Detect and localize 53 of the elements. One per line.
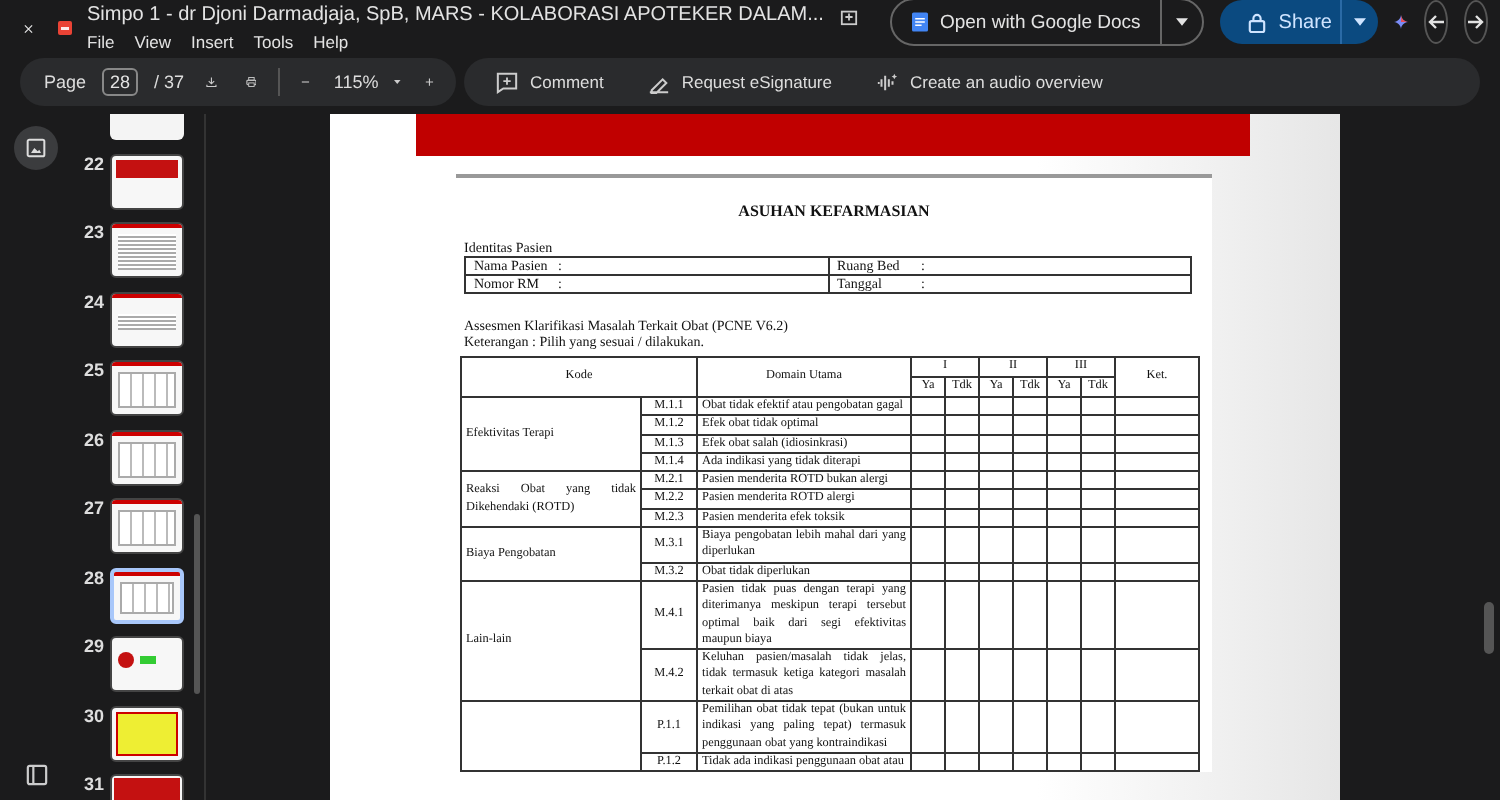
comment-icon: [496, 71, 518, 93]
page-number: 28: [81, 567, 104, 587]
page-label: Page: [44, 72, 87, 92]
caret-icon: [1353, 18, 1366, 26]
scrollbar[interactable]: [1484, 602, 1494, 654]
zoom-in-icon[interactable]: [423, 72, 434, 92]
page-thumbnail[interactable]: [110, 222, 184, 278]
menu-item[interactable]: Tools: [253, 32, 294, 52]
page-thumbnail[interactable]: [110, 291, 184, 347]
page-number: 26: [81, 429, 104, 449]
document-icon: [911, 12, 928, 32]
comment-button[interactable]: Comment: [480, 65, 620, 99]
page-number: 24: [81, 291, 104, 311]
left-arrow-icon: [1425, 12, 1446, 32]
page-thumbnail[interactable]: [110, 705, 184, 761]
caret-icon: [1176, 18, 1189, 26]
print-icon[interactable]: [245, 72, 256, 92]
thumbnails-button[interactable]: [14, 126, 58, 170]
caret-icon[interactable]: [394, 78, 402, 86]
page-number: 27: [81, 498, 104, 518]
page-thumbnail[interactable]: [110, 114, 184, 140]
page-thumbnail[interactable]: [110, 429, 184, 485]
menu-item[interactable]: View: [134, 32, 171, 52]
right-arrow-icon: [1465, 12, 1486, 32]
forward-button[interactable]: [1463, 0, 1488, 44]
document-title: Simpo 1 - dr Djoni Darmadjaja, SpB, MARS - KOLABORASI APOTEKER DALAM...: [87, 4, 824, 28]
menu-item[interactable]: Help: [313, 32, 349, 52]
page-thumbnail[interactable]: [110, 498, 184, 554]
page-number: 22: [81, 153, 104, 173]
close-icon[interactable]: [24, 19, 33, 37]
page-number: 23: [81, 222, 104, 242]
side-panel-icon[interactable]: [25, 764, 47, 786]
page-number: 30: [81, 705, 104, 725]
lock-icon: [1248, 11, 1267, 33]
signature-button[interactable]: Request eSignature: [631, 65, 848, 99]
page-thumbnail[interactable]: [110, 360, 184, 416]
page-number-field[interactable]: 28: [102, 68, 139, 96]
download-icon[interactable]: [206, 72, 217, 92]
waveform-icon: [875, 71, 898, 93]
zoom-level[interactable]: 115%: [333, 72, 379, 92]
page-thumbnail[interactable]: [110, 636, 184, 692]
menu-item[interactable]: Insert: [190, 32, 234, 52]
menu-item[interactable]: File: [87, 32, 115, 52]
page-number: 29: [81, 636, 104, 656]
document-heading: ASUHAN KEFARMASIAN: [736, 202, 932, 220]
image-icon: [26, 138, 46, 158]
page-number: 31: [81, 774, 104, 794]
audio-overview-button[interactable]: Create an audio overview: [859, 65, 1119, 99]
page-number: 25: [81, 360, 104, 380]
scrollbar[interactable]: [194, 514, 200, 694]
page-thumbnail[interactable]: [110, 153, 184, 209]
page-total: / 37: [154, 72, 185, 92]
back-button[interactable]: [1423, 0, 1448, 44]
